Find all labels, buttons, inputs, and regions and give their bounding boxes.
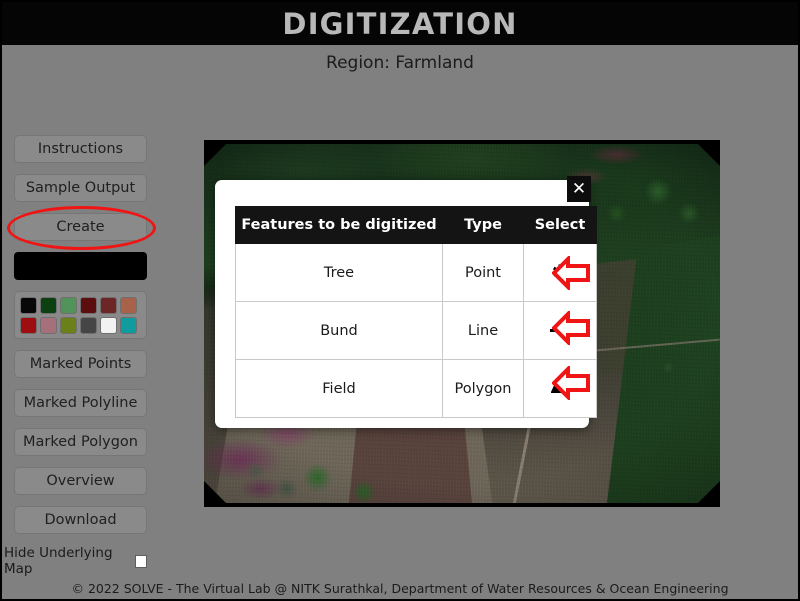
- hide-underlying-map-row: Hide Underlying Map: [4, 545, 147, 577]
- sidebar-item-label: Marked Points: [30, 356, 132, 372]
- cell-feature-name: Tree: [236, 244, 443, 302]
- features-table-head: Features to be digitized Type Select: [236, 207, 597, 244]
- table-row: Bund Line: [236, 302, 597, 360]
- region-label: Region: Farmland: [326, 53, 474, 73]
- select-line-tool[interactable]: [524, 302, 597, 360]
- copyright-text: © 2022 SOLVE - The Virtual Lab @ NITK Su…: [71, 581, 728, 596]
- sidebar-item-marked-polygon[interactable]: Marked Polygon: [14, 428, 147, 456]
- sidebar-item-download[interactable]: Download: [14, 506, 147, 534]
- color-swatch[interactable]: [100, 297, 117, 314]
- region-bar: Region: Farmland: [2, 45, 798, 81]
- sidebar-item-label: Download: [44, 512, 116, 528]
- color-swatch[interactable]: [40, 297, 57, 314]
- features-table-header-row: Features to be digitized Type Select: [236, 207, 597, 244]
- palette-row-1: [20, 297, 142, 314]
- sidebar-item-create[interactable]: Create: [14, 213, 147, 241]
- cell-feature-type: Polygon: [443, 360, 524, 418]
- page-title: DIGITIZATION: [282, 7, 517, 41]
- sidebar-item-instructions[interactable]: Instructions: [14, 135, 147, 163]
- asterisk-icon: ✱: [552, 262, 569, 282]
- sidebar-item-label: Sample Output: [26, 180, 135, 196]
- color-swatch[interactable]: [80, 317, 97, 334]
- cell-feature-name: Field: [236, 360, 443, 418]
- titlebar: DIGITIZATION: [2, 2, 798, 45]
- map-edge-bottom: [204, 503, 720, 507]
- table-row: Tree Point ✱: [236, 244, 597, 302]
- polygon-icon: [551, 384, 570, 393]
- select-polygon-tool[interactable]: [524, 360, 597, 418]
- hide-underlying-map-checkbox[interactable]: [135, 555, 147, 568]
- color-swatch[interactable]: [80, 297, 97, 314]
- hide-underlying-map-label: Hide Underlying Map: [4, 545, 126, 577]
- column-header-select: Select: [524, 207, 597, 244]
- features-table: Features to be digitized Type Select Tre…: [235, 206, 597, 418]
- select-point-tool[interactable]: ✱: [524, 244, 597, 302]
- color-swatch[interactable]: [40, 317, 57, 334]
- cell-feature-name: Bund: [236, 302, 443, 360]
- sidebar-item-label: Marked Polygon: [23, 434, 138, 450]
- sidebar-item-marked-points[interactable]: Marked Points: [14, 350, 147, 378]
- sidebar-item-label: Instructions: [38, 141, 123, 157]
- map-edge-top: [204, 140, 720, 144]
- digitization-app-window: DIGITIZATION Region: Farmland Instructio…: [0, 0, 800, 601]
- sidebar-item-label: Overview: [46, 473, 114, 489]
- palette-row-2: [20, 317, 142, 334]
- sidebar: Instructions Sample Output Create: [14, 135, 147, 577]
- cell-feature-type: Line: [443, 302, 524, 360]
- sidebar-item-label: Marked Polyline: [24, 395, 138, 411]
- cell-feature-type: Point: [443, 244, 524, 302]
- close-icon[interactable]: ✕: [567, 176, 591, 202]
- color-swatch[interactable]: [60, 317, 77, 334]
- column-header-type: Type: [443, 207, 524, 244]
- sidebar-item-sample-output[interactable]: Sample Output: [14, 174, 147, 202]
- line-icon: [550, 329, 570, 332]
- table-row: Field Polygon: [236, 360, 597, 418]
- sidebar-item-overview[interactable]: Overview: [14, 467, 147, 495]
- column-header-feature: Features to be digitized: [236, 207, 443, 244]
- color-swatch[interactable]: [100, 317, 117, 334]
- color-swatch[interactable]: [20, 297, 37, 314]
- features-modal: ✕ Features to be digitized Type Select T…: [215, 180, 589, 428]
- sidebar-item-marked-polyline[interactable]: Marked Polyline: [14, 389, 147, 417]
- color-swatch[interactable]: [20, 317, 37, 334]
- color-swatch[interactable]: [60, 297, 77, 314]
- current-color-preview[interactable]: [14, 252, 147, 280]
- features-table-body: Tree Point ✱ Bund Line Field Polygon: [236, 244, 597, 418]
- sidebar-item-label: Create: [56, 219, 104, 235]
- color-swatch[interactable]: [120, 297, 137, 314]
- footer: © 2022 SOLVE - The Virtual Lab @ NITK Su…: [2, 577, 798, 599]
- color-palette: [14, 291, 147, 339]
- color-swatch[interactable]: [120, 317, 137, 334]
